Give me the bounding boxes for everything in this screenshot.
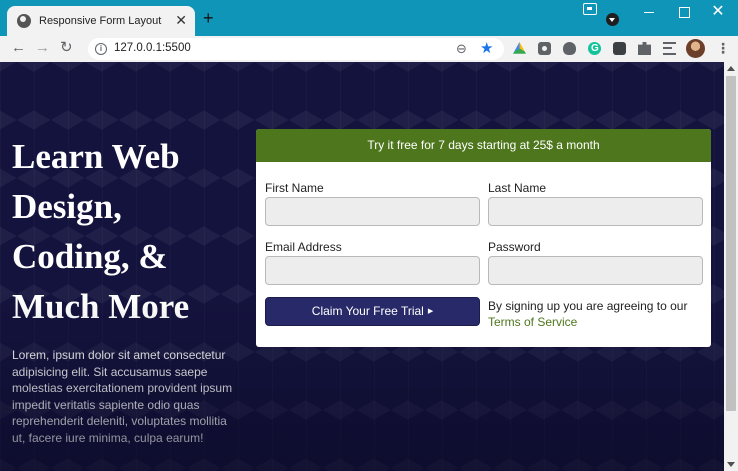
scroll-down-icon[interactable]	[727, 462, 735, 467]
window-icon[interactable]	[583, 3, 597, 15]
star-icon[interactable]: ★	[480, 39, 493, 57]
scroll-up-icon[interactable]	[727, 66, 735, 71]
last-name-input[interactable]	[488, 197, 703, 226]
grammarly-icon[interactable]	[588, 42, 601, 55]
email-label: Email Address	[265, 240, 342, 254]
puzzle-icon[interactable]	[638, 42, 651, 55]
drive-icon[interactable]	[513, 42, 526, 54]
email-input[interactable]	[265, 256, 480, 285]
page-scrollbar[interactable]	[724, 62, 738, 471]
forward-icon[interactable]: →	[35, 40, 50, 56]
box-icon[interactable]	[613, 42, 626, 55]
page-viewport: Learn Web Design, Coding, & Much More Lo…	[0, 62, 724, 471]
first-name-label: First Name	[265, 181, 324, 195]
tab-title: Responsive Form Layout	[39, 15, 162, 27]
password-label: Password	[488, 240, 541, 254]
window-close-button[interactable]: ✕	[700, 0, 736, 24]
bug-icon[interactable]	[563, 42, 576, 55]
reading-list-icon[interactable]	[663, 42, 676, 55]
password-input[interactable]	[488, 256, 703, 285]
page-description: Lorem, ipsum dolor sit amet consectetur …	[12, 348, 233, 445]
close-icon[interactable]: ✕	[175, 13, 187, 27]
globe-icon	[17, 14, 31, 28]
browser-toolbar: ← → ↻ i 127.0.0.1:5500 ⊖ ★ ⋮	[0, 36, 738, 62]
camera-icon[interactable]	[538, 42, 551, 55]
play-arrow-icon: ▶	[427, 308, 434, 315]
new-tab-button[interactable]: +	[203, 9, 214, 27]
kebab-icon[interactable]: ⋮	[716, 40, 730, 56]
claim-trial-button[interactable]: Claim Your Free Trial ▶	[265, 297, 480, 326]
browser-titlebar: Responsive Form Layout ✕ + ✕	[0, 0, 738, 36]
browser-tab[interactable]: Responsive Form Layout ✕	[7, 6, 195, 36]
terms-link[interactable]: Terms of Service	[488, 315, 577, 329]
tab-search-icon[interactable]	[606, 13, 619, 26]
zoom-icon[interactable]: ⊖	[456, 41, 467, 57]
page-heading: Learn Web Design, Coding, & Much More	[12, 137, 190, 326]
first-name-input[interactable]	[265, 197, 480, 226]
reload-icon[interactable]: ↻	[60, 40, 73, 56]
terms-notice: By signing up you are agreeing to our Te…	[488, 298, 703, 330]
terms-prefix: By signing up you are agreeing to our	[488, 299, 688, 313]
last-name-label: Last Name	[488, 181, 547, 195]
url-text[interactable]: 127.0.0.1:5500	[114, 42, 191, 54]
claim-trial-label: Claim Your Free Trial	[311, 304, 424, 318]
signup-form-card: Try it free for 7 days starting at 25$ a…	[256, 129, 711, 347]
maximize-button[interactable]	[665, 0, 701, 24]
trial-banner: Try it free for 7 days starting at 25$ a…	[256, 129, 711, 162]
avatar[interactable]	[686, 39, 705, 58]
back-icon[interactable]: ←	[11, 40, 26, 56]
scroll-thumb[interactable]	[726, 76, 736, 411]
minimize-button[interactable]	[631, 0, 667, 24]
address-bar[interactable]: i 127.0.0.1:5500 ⊖ ★	[88, 38, 504, 60]
info-icon[interactable]: i	[95, 43, 107, 55]
